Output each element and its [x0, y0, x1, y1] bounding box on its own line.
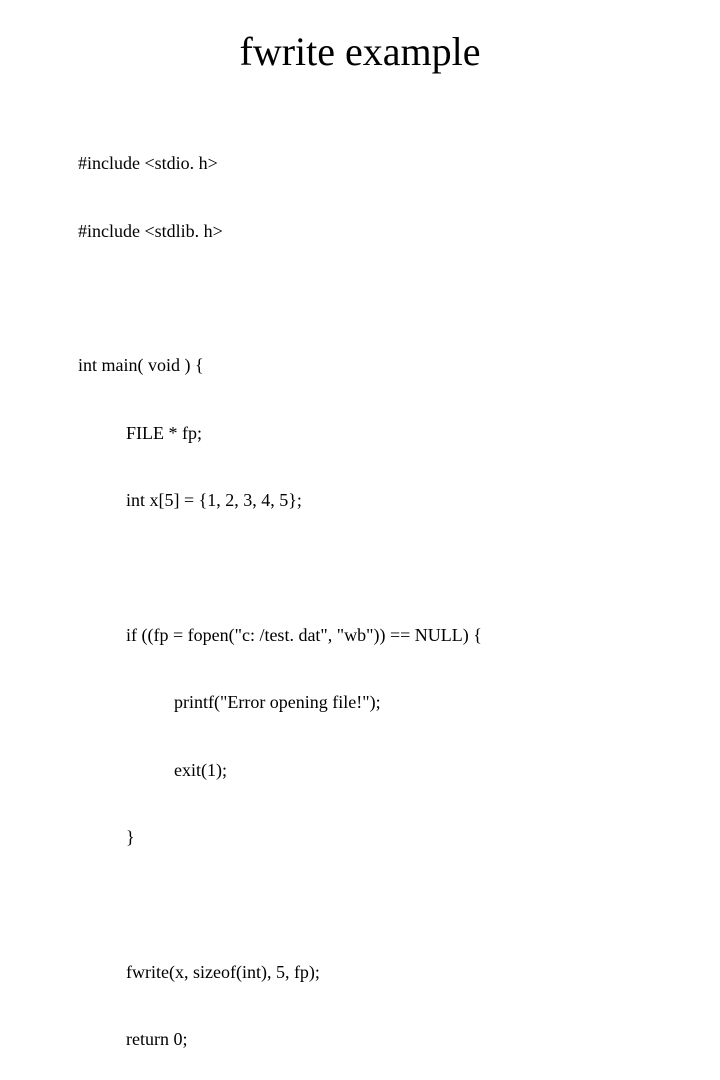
code-line: int x[5] = {1, 2, 3, 4, 5};	[78, 489, 720, 512]
code-line: }	[78, 826, 720, 849]
code-line: if ((fp = fopen("c: /test. dat", "wb")) …	[78, 624, 720, 647]
code-line: #include <stdio. h>	[78, 152, 720, 175]
slide: fwrite example #include <stdio. h> #incl…	[0, 28, 720, 568]
code-line: exit(1);	[78, 759, 720, 782]
code-block: #include <stdio. h> #include <stdlib. h>…	[78, 107, 720, 1080]
code-line: #include <stdlib. h>	[78, 220, 720, 243]
blank-line	[78, 287, 720, 309]
code-line: FILE * fp;	[78, 422, 720, 445]
blank-line	[78, 557, 720, 579]
blank-line	[78, 894, 720, 916]
code-line: return 0;	[78, 1028, 720, 1051]
code-line: printf("Error opening file!");	[78, 691, 720, 714]
code-line: fwrite(x, sizeof(int), 5, fp);	[78, 961, 720, 984]
slide-title: fwrite example	[0, 28, 720, 75]
code-line: int main( void ) {	[78, 354, 720, 377]
